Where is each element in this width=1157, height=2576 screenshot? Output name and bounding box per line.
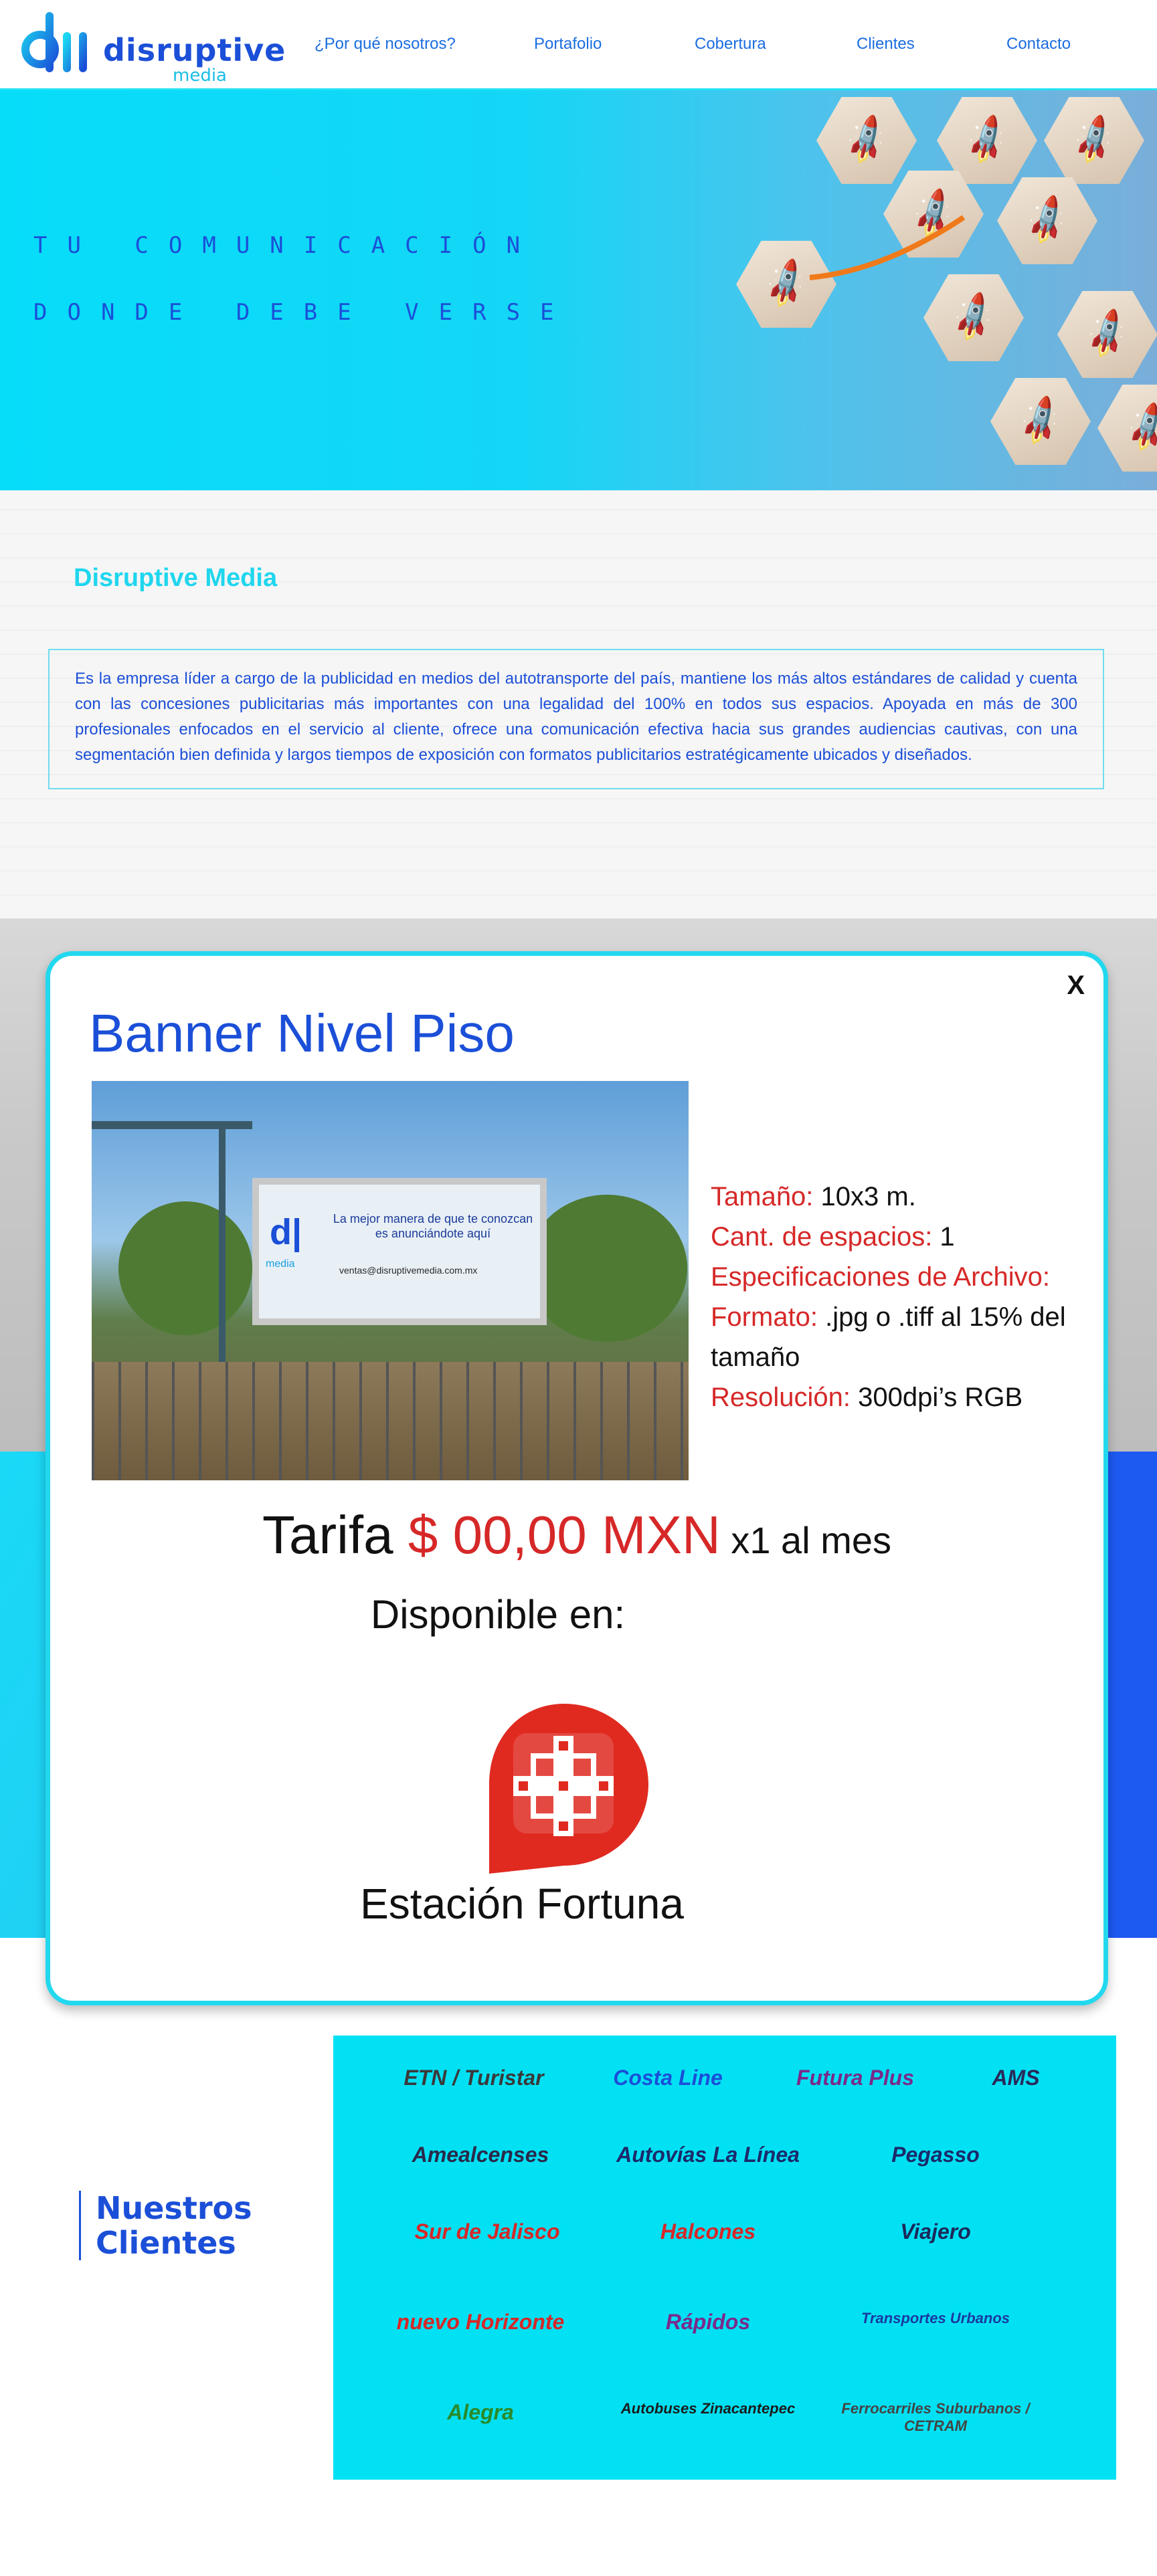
nav-coverage[interactable]: Cobertura bbox=[695, 35, 766, 54]
spec-file: Especificaciones de Archivo: bbox=[711, 1257, 1072, 1297]
spec-count-label: Cant. de espacios: bbox=[711, 1222, 933, 1252]
modal-title: Banner Nivel Piso bbox=[89, 1003, 515, 1063]
client-logo-costaline: Costa Line bbox=[613, 2066, 723, 2090]
rocket-hex-icon: 🚀 bbox=[990, 378, 1091, 465]
billboard-logo-icon: d| bbox=[270, 1212, 302, 1252]
tree-shape bbox=[527, 1195, 687, 1342]
nav-contact[interactable]: Contacto bbox=[1006, 35, 1071, 54]
site-header: disruptive media ¿Por qué nosotros? Port… bbox=[0, 0, 1157, 90]
client-logo-ams: AMS bbox=[992, 2066, 1040, 2090]
rocket-hex-icon: 🚀 bbox=[1097, 385, 1157, 472]
billboard-email: ventas@disruptivemedia.com.mx bbox=[339, 1265, 478, 1276]
spec-size-value: 10x3 m. bbox=[813, 1182, 916, 1211]
clients-title: Nuestros Clientes bbox=[79, 2191, 252, 2260]
client-logo-rapidos: Rápidos bbox=[665, 2310, 751, 2334]
hero-headline-line2: DONDE DEBE VERSE bbox=[33, 299, 574, 326]
clients-logo-panel: ETN / Turistar Costa Line Futura Plus AM… bbox=[333, 2036, 1116, 2480]
fence-shape bbox=[92, 1362, 689, 1480]
spec-format-label: Formato: bbox=[711, 1302, 818, 1332]
rocket-hex-icon: 🚀 bbox=[816, 97, 917, 184]
clients-title-line1: Nuestros bbox=[96, 2190, 252, 2226]
nav-why-us[interactable]: ¿Por qué nosotros? bbox=[315, 35, 456, 54]
logo-mark-icon bbox=[21, 12, 87, 72]
logo-wordmark: disruptive bbox=[103, 32, 286, 68]
price-period: x1 al mes bbox=[720, 1519, 891, 1561]
brand-logo[interactable]: disruptive media bbox=[19, 9, 285, 86]
billboard-logo-subtext: media bbox=[266, 1258, 295, 1270]
station-name: Estación Fortuna bbox=[360, 1880, 684, 1928]
billboard-photo: d| media La mejor manera de que te conoz… bbox=[92, 1081, 689, 1480]
blue-side-panel bbox=[1107, 1452, 1157, 1938]
hero-banner: TU COMUNICACIÓN DONDE DEBE VERSE 🚀 🚀 🚀 🚀… bbox=[0, 90, 1157, 490]
price-word: Tarifa bbox=[262, 1505, 408, 1565]
client-logo-sur: Sur de Jalisco bbox=[414, 2219, 560, 2244]
about-title: Disruptive Media bbox=[74, 564, 278, 592]
client-logo-viajero: Viajero bbox=[900, 2219, 971, 2244]
rocket-trail-icon bbox=[809, 215, 966, 280]
about-description: Es la empresa líder a cargo de la public… bbox=[48, 649, 1104, 789]
client-logo-transportes: Transportes Urbanos bbox=[861, 2310, 1010, 2326]
hero-headline-line1: TU COMUNICACIÓN bbox=[33, 232, 541, 259]
spec-resolution-value: 300dpi’s RGB bbox=[851, 1383, 1023, 1412]
spec-file-label: Especificaciones de Archivo: bbox=[711, 1262, 1050, 1292]
client-logo-ferrocarriles: Ferrocarriles Suburbanos / CETRAM bbox=[841, 2400, 1030, 2434]
specs-list: Tamaño: 10x3 m. Cant. de espacios: 1 Esp… bbox=[711, 1177, 1072, 1417]
price-value: $ 00,00 MXN bbox=[408, 1505, 721, 1565]
client-logo-amealcenses: Amealcenses bbox=[412, 2143, 549, 2167]
client-logo-horizonte: nuevo Horizonte bbox=[396, 2310, 565, 2334]
client-logo-autovias: Autovías La Línea bbox=[616, 2143, 800, 2167]
spec-count-value: 1 bbox=[932, 1222, 955, 1252]
client-logo-etn: ETN / Turistar bbox=[404, 2066, 544, 2090]
price-line: Tarifa $ 00,00 MXN x1 al mes bbox=[50, 1504, 1103, 1566]
spec-resolution: Resolución: 300dpi’s RGB bbox=[711, 1377, 1072, 1417]
billboard-headline: La mejor manera de que te conozcan es an… bbox=[333, 1212, 533, 1240]
spec-size: Tamaño: 10x3 m. bbox=[711, 1177, 1072, 1217]
rocket-hex-icon: 🚀 bbox=[1044, 97, 1144, 184]
spec-format: Formato: .jpg o .tiff al 15% del tamaño bbox=[711, 1297, 1072, 1377]
tree-shape bbox=[118, 1201, 252, 1335]
logo-subtext: media bbox=[173, 66, 227, 86]
client-logo-zinacantepec: Autobuses Zinacantepec bbox=[620, 2400, 796, 2417]
nav-portfolio[interactable]: Portafolio bbox=[534, 35, 602, 54]
rocket-hex-icon: 🚀 bbox=[997, 177, 1097, 264]
station-pin-icon[interactable] bbox=[474, 1698, 654, 1879]
spec-resolution-label: Resolución: bbox=[711, 1383, 851, 1412]
structure-beam bbox=[92, 1121, 252, 1129]
clients-title-line2: Clientes bbox=[96, 2225, 236, 2261]
lamp-post bbox=[219, 1121, 226, 1375]
nav-clients[interactable]: Clientes bbox=[857, 35, 915, 54]
about-section: Disruptive Media Es la empresa líder a c… bbox=[0, 490, 1157, 918]
client-logo-halcones: Halcones bbox=[660, 2219, 756, 2244]
product-modal: X Banner Nivel Piso d| media La mejor ma… bbox=[46, 951, 1108, 2005]
close-button[interactable]: X bbox=[1067, 971, 1085, 1001]
client-logo-pegasso: Pegasso bbox=[891, 2143, 980, 2167]
available-label: Disponible en: bbox=[370, 1592, 626, 1637]
spec-size-label: Tamaño: bbox=[711, 1182, 814, 1211]
client-logo-alegra: Alegra bbox=[447, 2400, 514, 2424]
rocket-hex-icon: 🚀 bbox=[1057, 291, 1157, 378]
spec-count: Cant. de espacios: 1 bbox=[711, 1217, 1072, 1257]
billboard-sign: d| media La mejor manera de que te conoz… bbox=[252, 1178, 547, 1325]
